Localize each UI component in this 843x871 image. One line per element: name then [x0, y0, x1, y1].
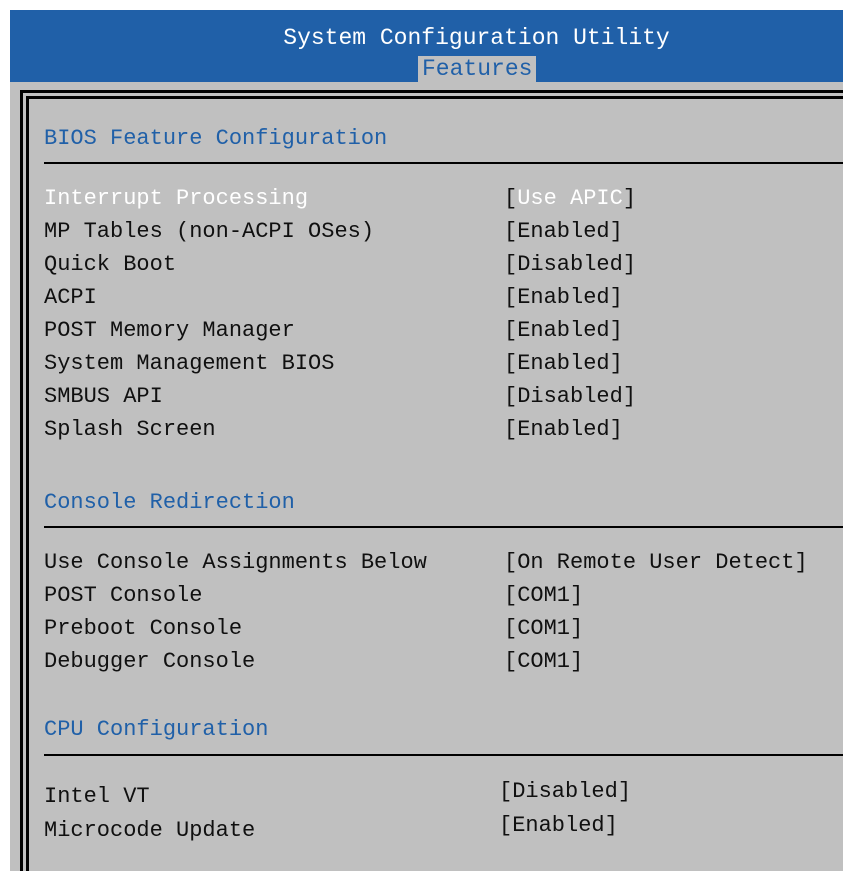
bios-screen: System Configuration Utility Features BI…	[10, 10, 843, 871]
setting-row-post-console[interactable]: POST Console [COM1]	[44, 580, 843, 612]
setting-label: SMBUS API	[44, 384, 163, 409]
frame-border-left-inner	[26, 96, 29, 871]
setting-label: Splash Screen	[44, 417, 216, 442]
setting-row-mp-tables[interactable]: MP Tables (non-ACPI OSes) [Enabled]	[44, 216, 843, 248]
setting-label: MP Tables (non-ACPI OSes)	[44, 219, 375, 244]
section-title-console-redirection: Console Redirection	[44, 490, 295, 515]
setting-value[interactable]: [COM1]	[504, 580, 583, 612]
setting-row-use-console-assignments[interactable]: Use Console Assignments Below [On Remote…	[44, 547, 843, 579]
setting-value-text: COM1	[517, 616, 571, 641]
setting-value-text: Use APIC	[517, 186, 623, 211]
setting-value-text: Enabled	[512, 813, 605, 838]
setting-label: Preboot Console	[44, 616, 243, 641]
setting-value-text: On Remote User Detect	[517, 550, 795, 575]
setting-value[interactable]: [Enabled]	[504, 414, 623, 446]
setting-value-text: Enabled	[517, 285, 610, 310]
setting-value-text: Enabled	[517, 351, 610, 376]
setting-value-text: COM1	[517, 583, 571, 608]
frame-border-top-outer	[20, 90, 843, 93]
section-divider	[44, 754, 843, 756]
setting-value-text: Disabled	[512, 779, 618, 804]
header-bar: System Configuration Utility Features	[10, 10, 843, 82]
setting-value-text: COM1	[517, 649, 571, 674]
frame-border-top-inner	[26, 96, 843, 99]
setting-label: POST Console	[44, 583, 203, 608]
setting-value[interactable]: [Enabled]	[504, 315, 623, 347]
setting-value[interactable]: [Enabled]	[504, 348, 623, 380]
setting-value[interactable]: [On Remote User Detect]	[504, 547, 808, 579]
tab-features[interactable]: Features	[418, 56, 537, 82]
setting-row-post-memory-manager[interactable]: POST Memory Manager [Enabled]	[44, 315, 843, 347]
setting-value[interactable]: [Disabled]	[504, 381, 636, 413]
setting-label: Use Console Assignments Below	[44, 550, 427, 575]
setting-value-text: Enabled	[517, 219, 610, 244]
setting-row-splash-screen[interactable]: Splash Screen [Enabled]	[44, 414, 843, 446]
setting-value[interactable]: [Disabled]	[499, 776, 631, 808]
section-title-cpu-configuration: CPU Configuration	[44, 717, 269, 742]
setting-value[interactable]: [Disabled]	[504, 249, 636, 281]
setting-value[interactable]: [Use APIC]	[504, 183, 636, 215]
setting-row-system-management-bios[interactable]: System Management BIOS [Enabled]	[44, 348, 843, 380]
setting-row-quick-boot[interactable]: Quick Boot [Disabled]	[44, 249, 843, 281]
setting-label: Intel VT	[44, 784, 150, 809]
setting-label: Quick Boot	[44, 252, 177, 277]
frame-border-left-outer	[20, 90, 23, 871]
setting-row-acpi[interactable]: ACPI [Enabled]	[44, 282, 843, 314]
setting-value-text: Disabled	[517, 252, 623, 277]
setting-label: Debugger Console	[44, 649, 256, 674]
section-title-bios-feature-configuration: BIOS Feature Configuration	[44, 126, 388, 151]
bracket-close: ]	[622, 186, 637, 211]
setting-label: POST Memory Manager	[44, 318, 295, 343]
setting-row-microcode-update[interactable]: Microcode Update [Enabled]	[44, 810, 843, 843]
setting-label: Microcode Update	[44, 818, 256, 843]
setting-row-interrupt-processing[interactable]: Interrupt Processing [Use APIC]	[44, 183, 843, 215]
setting-row-preboot-console[interactable]: Preboot Console [COM1]	[44, 613, 843, 645]
setting-value[interactable]: [Enabled]	[504, 282, 623, 314]
bracket-open: [	[504, 186, 518, 211]
setting-value[interactable]: [COM1]	[504, 613, 583, 645]
section-divider	[44, 526, 843, 528]
setting-row-debugger-console[interactable]: Debugger Console [COM1]	[44, 646, 843, 678]
setting-label: ACPI	[44, 285, 97, 310]
setting-value[interactable]: [COM1]	[504, 646, 583, 678]
setting-label: System Management BIOS	[44, 351, 335, 376]
setting-row-smbus-api[interactable]: SMBUS API [Disabled]	[44, 381, 843, 413]
app-title: System Configuration Utility	[283, 25, 670, 51]
setting-value-text: Enabled	[517, 417, 610, 442]
setting-value[interactable]: [Enabled]	[499, 810, 618, 842]
section-divider	[44, 162, 843, 164]
setting-value-text: Enabled	[517, 318, 610, 343]
setting-value[interactable]: [Enabled]	[504, 216, 623, 248]
setting-row-intel-vt[interactable]: Intel VT [Disabled]	[44, 776, 843, 809]
setting-label: Interrupt Processing	[44, 186, 309, 211]
setting-value-text: Disabled	[517, 384, 623, 409]
